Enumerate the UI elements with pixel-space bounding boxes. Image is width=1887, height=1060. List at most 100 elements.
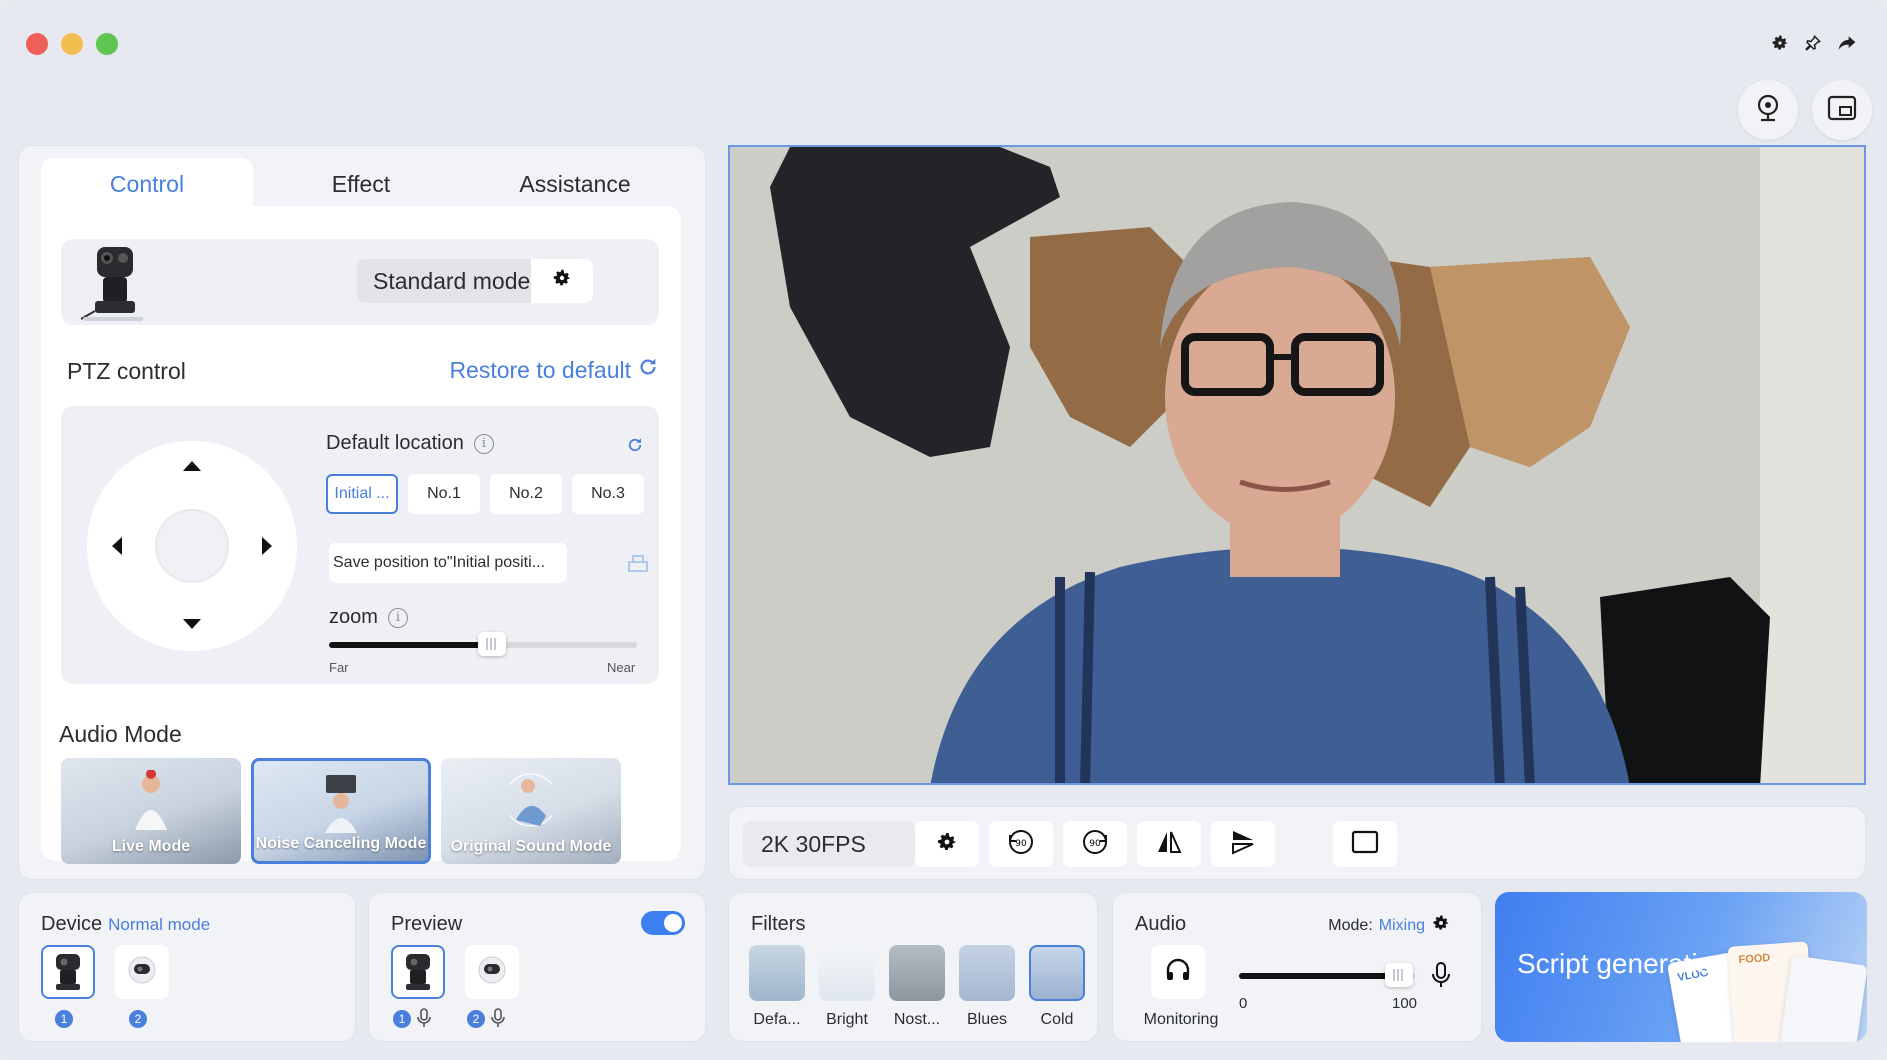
monitoring-button[interactable] [1151, 945, 1205, 999]
ptz-camera-icon [406, 954, 430, 990]
camera-feed-image [730, 147, 1864, 783]
audio-mode-original-sound[interactable]: Original Sound Mode [441, 758, 621, 864]
ptz-card: Default location i Initial ... No.1 No.2… [61, 406, 659, 684]
webcam-button[interactable] [1738, 80, 1798, 140]
preset-initial[interactable]: Initial ... [326, 474, 398, 514]
flip-vertical-button[interactable] [1211, 821, 1275, 867]
gear-icon[interactable] [1767, 30, 1793, 56]
window-icon [1350, 829, 1380, 860]
script-generation-title: Script generation [1517, 948, 1729, 979]
gear-icon[interactable] [1431, 913, 1451, 938]
tab-effect[interactable]: Effect [255, 158, 467, 210]
rotate-left-90-icon: 90 [1006, 827, 1036, 862]
audio-mode-label: Live Mode [111, 838, 191, 855]
device-mode-link[interactable]: Normal mode [108, 915, 210, 934]
filter-default[interactable] [749, 945, 805, 1001]
filter-nostalgic[interactable] [889, 945, 945, 1001]
pan-left-arrow-icon[interactable] [112, 537, 122, 555]
audio-mode-noise-canceling[interactable]: Noise Canceling Mode [251, 758, 431, 864]
rotate-right-button[interactable]: 90 [1063, 821, 1127, 867]
restore-default-button[interactable]: Restore to default [449, 356, 659, 384]
maximize-window-button[interactable] [96, 33, 118, 55]
standard-mode-select[interactable]: Standard mode [357, 259, 593, 303]
filter-blues[interactable] [959, 945, 1015, 1001]
noise-canceling-figure [325, 775, 357, 833]
mode-settings-button[interactable] [531, 259, 593, 303]
joystick-knob[interactable] [155, 509, 229, 583]
ptz-control-title: PTZ control [67, 358, 186, 384]
camera-preview-video[interactable] [728, 145, 1866, 785]
pan-up-arrow-icon[interactable] [183, 461, 201, 471]
resolution-select[interactable]: 2K 30FPS [743, 821, 915, 867]
audio-mode-title: Audio Mode [59, 721, 182, 747]
audio-mode-label: Original Sound Mode [450, 838, 612, 855]
preview-panel: Preview 1 2 [368, 892, 706, 1042]
screen-cast-icon [1827, 94, 1857, 127]
save-position-button[interactable]: Save position to"Initial positi... [329, 543, 567, 583]
webcam-device-icon [478, 956, 506, 984]
preview-toggle[interactable] [641, 911, 685, 935]
filter-label: Defa... [753, 1011, 801, 1028]
pin-icon[interactable] [1800, 30, 1826, 56]
close-window-button[interactable] [26, 33, 48, 55]
zoom-near-label: Near [607, 660, 636, 675]
pan-right-arrow-icon[interactable] [262, 537, 272, 555]
minimize-window-button[interactable] [61, 33, 83, 55]
mode-label: Standard mode [373, 267, 531, 294]
svg-text:90: 90 [1089, 839, 1101, 849]
reset-location-icon[interactable] [626, 436, 644, 459]
ptz-camera-icon [56, 954, 80, 990]
info-icon[interactable]: i [387, 607, 408, 628]
pan-down-arrow-icon[interactable] [183, 619, 201, 629]
preset-no2[interactable]: No.2 [490, 474, 562, 514]
filter-cold[interactable] [1029, 945, 1085, 1001]
camera-device-image [73, 241, 153, 323]
info-icon[interactable]: i [473, 433, 494, 454]
camera-mode-card: Standard mode [61, 239, 659, 325]
preview-device-2[interactable] [465, 945, 519, 999]
rotate-left-button[interactable]: 90 [989, 821, 1053, 867]
flip-horizontal-icon [1155, 828, 1183, 861]
screen-cast-button[interactable] [1812, 80, 1872, 140]
live-mode-figure [135, 770, 167, 830]
preset-no3[interactable]: No.3 [572, 474, 644, 514]
ptz-joystick[interactable] [87, 441, 297, 651]
filter-bright[interactable] [819, 945, 875, 1001]
volume-slider[interactable] [1239, 963, 1415, 987]
tab-control[interactable]: Control [41, 158, 253, 210]
default-location-header: Default location i [326, 432, 494, 455]
device-2-badge: 2 [129, 1010, 147, 1028]
preset-no1[interactable]: No.1 [408, 474, 480, 514]
default-location-label: Default location [326, 432, 464, 454]
mic-icon [491, 1008, 505, 1033]
audio-mode-row: Mode: Mixing [1328, 913, 1451, 938]
save-icon[interactable] [627, 553, 649, 578]
audio-mode-live[interactable]: Live Mode [61, 758, 241, 864]
webcam-device-icon [128, 956, 156, 984]
mic-icon [417, 1008, 431, 1033]
audio-mode-value[interactable]: Mixing [1379, 917, 1425, 935]
window-mode-button[interactable] [1333, 821, 1397, 867]
zoom-header: zoom i [329, 606, 408, 629]
filter-label: Nost... [893, 1011, 941, 1028]
flip-horizontal-button[interactable] [1137, 821, 1201, 867]
volume-slider-fill [1239, 973, 1400, 979]
mic-icon[interactable] [1431, 961, 1451, 994]
device-1-thumb[interactable] [41, 945, 95, 999]
tab-bar: Control Effect Assistance [41, 158, 681, 210]
video-settings-button[interactable] [915, 821, 979, 867]
volume-min-label: 0 [1239, 995, 1248, 1012]
script-generation-card[interactable]: VLOG FOOD Script generation [1495, 892, 1867, 1042]
device-2-thumb[interactable] [115, 945, 169, 999]
zoom-slider[interactable] [329, 632, 637, 656]
tab-assistance[interactable]: Assistance [469, 158, 681, 210]
preview-title: Preview [391, 913, 463, 935]
volume-slider-thumb[interactable] [1385, 963, 1414, 987]
preview-device-1[interactable] [391, 945, 445, 999]
zoom-slider-thumb[interactable] [478, 632, 507, 656]
monitoring-label: Monitoring [1143, 1011, 1219, 1028]
gear-icon [551, 267, 573, 295]
audio-mode-label: Noise Canceling Mode [255, 835, 427, 852]
audio-title: Audio [1135, 913, 1187, 935]
share-icon[interactable] [1834, 30, 1860, 56]
